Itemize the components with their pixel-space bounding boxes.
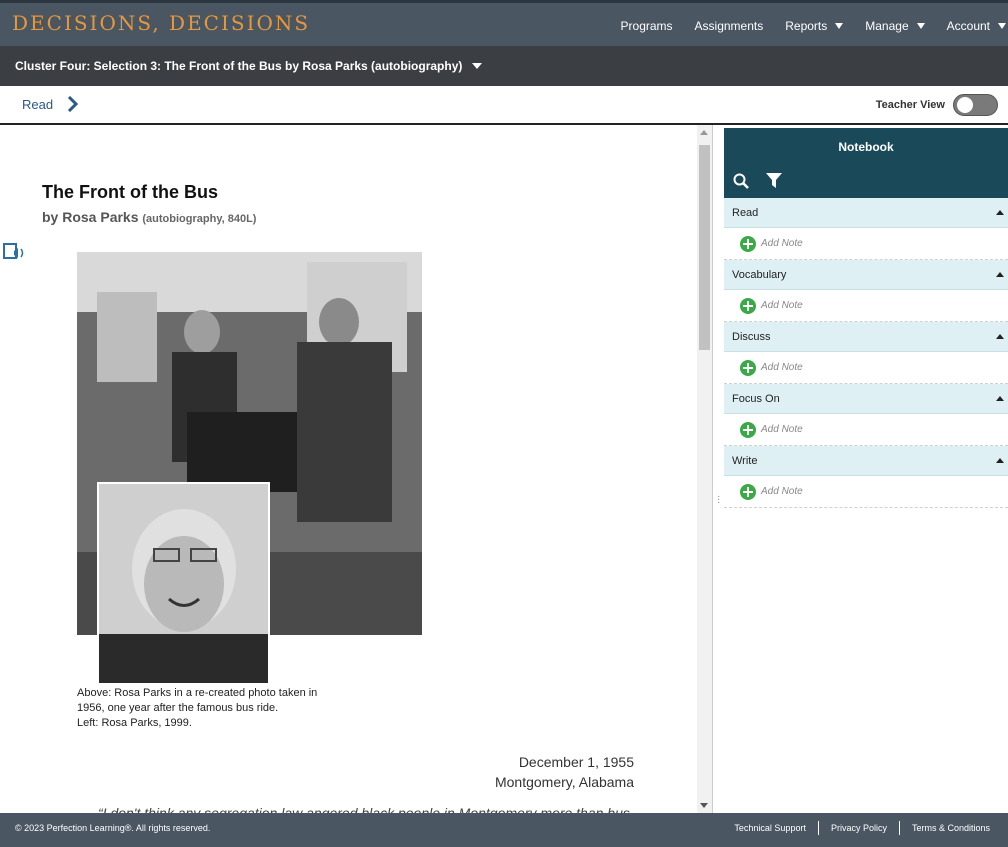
- pane-resize-handle[interactable]: · · ·: [712, 125, 724, 813]
- nav-reports[interactable]: Reports: [785, 19, 844, 33]
- add-note-button[interactable]: Add Note: [724, 290, 1008, 322]
- add-note-button[interactable]: Add Note: [724, 476, 1008, 508]
- terms-conditions-link[interactable]: Terms & Conditions: [912, 823, 990, 833]
- story-meta: (autobiography, 840L): [142, 213, 257, 225]
- add-note-button[interactable]: Add Note: [724, 352, 1008, 384]
- add-note-label: Add Note: [761, 486, 803, 497]
- section-label: Discuss: [732, 331, 771, 343]
- chevron-right-icon: [68, 96, 79, 112]
- caption-line: Left: Rosa Parks, 1999.: [77, 717, 192, 729]
- dateline: December 1, 1955 Montgomery, Alabama: [400, 752, 634, 792]
- caption-line: 1956, one year after the famous bus ride…: [77, 702, 279, 714]
- add-note-button[interactable]: Add Note: [724, 414, 1008, 446]
- notebook-section-discuss[interactable]: Discuss: [724, 322, 1008, 352]
- section-label: Focus On: [732, 393, 780, 405]
- chevron-up-icon[interactable]: [996, 334, 1004, 339]
- notebook-section-read[interactable]: Read: [724, 198, 1008, 228]
- chevron-up-icon[interactable]: [996, 458, 1004, 463]
- chevron-down-icon: [998, 23, 1006, 29]
- divider: [898, 821, 900, 835]
- chevron-up-icon[interactable]: [996, 272, 1004, 277]
- reading-scrollbar[interactable]: [697, 125, 712, 813]
- dateline-date: December 1, 1955: [518, 754, 634, 770]
- nav-account[interactable]: Account: [947, 19, 1006, 33]
- filter-icon[interactable]: [766, 172, 782, 189]
- nav-manage-label: Manage: [865, 19, 909, 33]
- scroll-up-arrow-icon[interactable]: [700, 130, 708, 135]
- plus-circle-icon: [740, 236, 756, 252]
- plus-circle-icon: [740, 422, 756, 438]
- footer: © 2023 Perfection Learning®. All rights …: [0, 813, 1008, 847]
- chevron-down-icon: [835, 23, 844, 29]
- teacher-view-toggle[interactable]: [953, 94, 998, 116]
- add-note-button[interactable]: Add Note: [724, 228, 1008, 260]
- tab-bar: Read Teacher View: [0, 86, 1008, 125]
- nav-account-label: Account: [946, 19, 990, 33]
- chevron-down-icon: [916, 23, 925, 29]
- grip-icon: · · ·: [717, 491, 721, 508]
- selection-title: Cluster Four: Selection 3: The Front of …: [15, 59, 463, 73]
- app-logo[interactable]: DECISIONS, DECISIONS: [12, 11, 310, 35]
- section-label: Vocabulary: [732, 269, 787, 281]
- chevron-up-icon[interactable]: [996, 396, 1004, 401]
- scroll-down-arrow-icon[interactable]: [700, 803, 708, 808]
- notebook-section-vocabulary[interactable]: Vocabulary: [724, 260, 1008, 290]
- teacher-view-control: Teacher View: [876, 94, 998, 116]
- tab-read-label: Read: [22, 96, 54, 112]
- photo-caption: Above: Rosa Parks in a re-created photo …: [77, 686, 337, 731]
- dateline-place: Montgomery, Alabama: [494, 774, 634, 790]
- section-label: Write: [732, 455, 758, 467]
- footer-links: Technical Support Privacy Policy Terms &…: [734, 821, 990, 835]
- scroll-thumb[interactable]: [699, 145, 710, 350]
- nav-manage[interactable]: Manage: [865, 19, 925, 33]
- notebook-panel: Notebook Read Add Note Vocabulary Add No…: [724, 128, 1008, 813]
- tab-read[interactable]: Read: [22, 96, 79, 112]
- caption-line: Above: Rosa Parks in a re-created photo …: [77, 687, 318, 699]
- chevron-up-icon[interactable]: [996, 210, 1004, 215]
- portrait-illustration: [99, 484, 268, 683]
- copyright-text: © 2023 Perfection Learning®. All rights …: [15, 823, 211, 833]
- story-author: by Rosa Parks: [42, 209, 139, 225]
- toggle-knob: [957, 97, 973, 113]
- notebook-header: Notebook: [724, 128, 1008, 198]
- selection-bar: Cluster Four: Selection 3: The Front of …: [0, 46, 1008, 86]
- nav-programs-label: Programs: [620, 19, 673, 33]
- reading-pane: The Front of the Bus by Rosa Parks (auto…: [0, 125, 697, 813]
- notebook-section-write[interactable]: Write: [724, 446, 1008, 476]
- nav-assignments-label: Assignments: [694, 19, 764, 33]
- privacy-policy-link[interactable]: Privacy Policy: [831, 823, 887, 833]
- plus-circle-icon: [740, 298, 756, 314]
- audio-read-aloud-icon[interactable]: [3, 242, 27, 262]
- story-title: The Front of the Bus: [42, 182, 218, 202]
- nav-assignments[interactable]: Assignments: [695, 19, 764, 33]
- nav-programs[interactable]: Programs: [621, 19, 673, 33]
- plus-circle-icon: [740, 360, 756, 376]
- add-note-label: Add Note: [761, 362, 803, 373]
- portrait-photo: [97, 482, 270, 685]
- technical-support-link[interactable]: Technical Support: [734, 823, 806, 833]
- main-nav: Programs Assignments Reports Manage Acco…: [621, 3, 1008, 49]
- section-label: Read: [732, 207, 759, 219]
- notebook-section-focus-on[interactable]: Focus On: [724, 384, 1008, 414]
- story-author-line: by Rosa Parks (autobiography, 840L): [42, 209, 256, 225]
- top-navigation-bar: DECISIONS, DECISIONS Programs Assignment…: [0, 0, 1008, 46]
- selection-dropdown[interactable]: Cluster Four: Selection 3: The Front of …: [15, 59, 483, 73]
- plus-circle-icon: [740, 484, 756, 500]
- add-note-label: Add Note: [761, 238, 803, 249]
- chevron-down-icon: [472, 63, 483, 69]
- teacher-view-label: Teacher View: [875, 99, 945, 111]
- divider: [817, 821, 819, 835]
- add-note-label: Add Note: [761, 424, 803, 435]
- search-icon[interactable]: [733, 173, 749, 189]
- notebook-title: Notebook: [838, 140, 894, 154]
- add-note-label: Add Note: [761, 300, 803, 311]
- nav-reports-label: Reports: [785, 19, 828, 33]
- story-text-partial: “I don't think any segregation law anger…: [98, 805, 630, 813]
